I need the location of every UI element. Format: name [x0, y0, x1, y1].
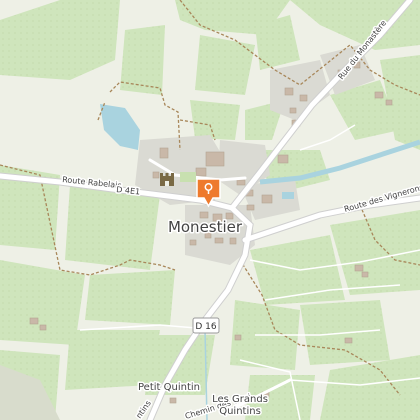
map-canvas: Route Rabelais D 4E1 Route des Vignerons… — [0, 0, 420, 420]
road-shield-d16-label: D 16 — [195, 322, 217, 332]
park-area — [180, 172, 196, 182]
castle-icon[interactable] — [160, 173, 174, 186]
place-label-grands-quintins-line1: Les Grands — [212, 394, 268, 405]
place-label-petit-quintin: Petit Quintin — [138, 382, 200, 393]
map-view[interactable]: Route Rabelais D 4E1 Route des Vignerons… — [0, 0, 420, 420]
place-label-village: Monestier — [168, 218, 243, 236]
road-shield-d16: D 16 — [192, 317, 220, 334]
place-label-grands-quintins-line2: Quintins — [219, 406, 261, 417]
